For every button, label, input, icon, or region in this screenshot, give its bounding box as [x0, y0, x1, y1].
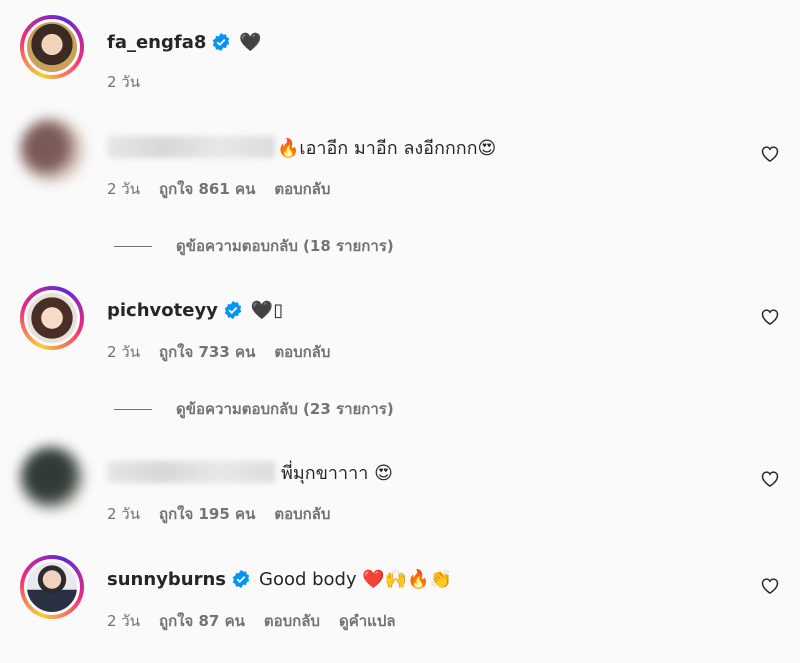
comment-time[interactable]: 2 วัน: [107, 177, 140, 201]
comment-like-count[interactable]: ถูกใจ 87 คน: [159, 609, 245, 633]
view-replies-button[interactable]: ดูข้อความตอบกลับ (18 รายการ): [114, 234, 394, 258]
comment-like-count[interactable]: ถูกใจ 861 คน: [159, 177, 255, 201]
verified-badge-icon: [211, 32, 231, 52]
comment-time[interactable]: 2 วัน: [107, 502, 140, 526]
avatar[interactable]: [20, 446, 84, 510]
view-replies-label[interactable]: ดูข้อความตอบกลับ (18 รายการ): [176, 234, 394, 258]
comment-text: พี่มุกขาาาา 😍: [281, 462, 393, 484]
comment-time[interactable]: 2 วัน: [107, 70, 140, 94]
reply-button[interactable]: ตอบกลับ: [274, 177, 330, 201]
reply-button[interactable]: ตอบกลับ: [274, 502, 330, 526]
verified-badge-icon: [231, 569, 251, 589]
heart-outline-icon[interactable]: [760, 307, 780, 327]
divider: [114, 408, 152, 410]
comment-text: 🖤: [239, 31, 262, 53]
comment-username[interactable]: fa_engfa8: [107, 32, 206, 53]
comment-like-count[interactable]: ถูกใจ 195 คน: [159, 502, 255, 526]
view-replies-label[interactable]: ดูข้อความตอบกลับ (23 รายการ): [176, 397, 394, 421]
comment-time[interactable]: 2 วัน: [107, 609, 140, 633]
avatar[interactable]: [20, 286, 84, 350]
heart-outline-icon[interactable]: [760, 144, 780, 164]
comment-username[interactable]: pichvoteyy: [107, 300, 218, 321]
avatar[interactable]: [20, 555, 84, 619]
comment-username-blurred[interactable]: [107, 461, 275, 483]
comment-text: 🔥เอาอีก มาอีก ลงอีกกกก😍: [277, 137, 497, 159]
translate-button[interactable]: ดูคำแปล: [339, 609, 396, 633]
verified-badge-icon: [223, 300, 243, 320]
heart-outline-icon[interactable]: [760, 576, 780, 596]
divider: [114, 245, 152, 247]
view-replies-button[interactable]: ดูข้อความตอบกลับ (23 รายการ): [114, 397, 394, 421]
comment-like-count[interactable]: ถูกใจ 733 คน: [159, 340, 255, 364]
comment-text: 🖤▯: [250, 299, 284, 321]
reply-button[interactable]: ตอบกลับ: [274, 340, 330, 364]
reply-button[interactable]: ตอบกลับ: [264, 609, 320, 633]
comment-text: Good body ❤️🙌🔥👏: [259, 568, 453, 590]
comment-time[interactable]: 2 วัน: [107, 340, 140, 364]
comment-username[interactable]: sunnyburns: [107, 569, 226, 590]
comment-username-blurred[interactable]: [107, 136, 275, 158]
heart-outline-icon[interactable]: [760, 469, 780, 489]
avatar[interactable]: [20, 15, 84, 79]
avatar[interactable]: [20, 118, 84, 182]
